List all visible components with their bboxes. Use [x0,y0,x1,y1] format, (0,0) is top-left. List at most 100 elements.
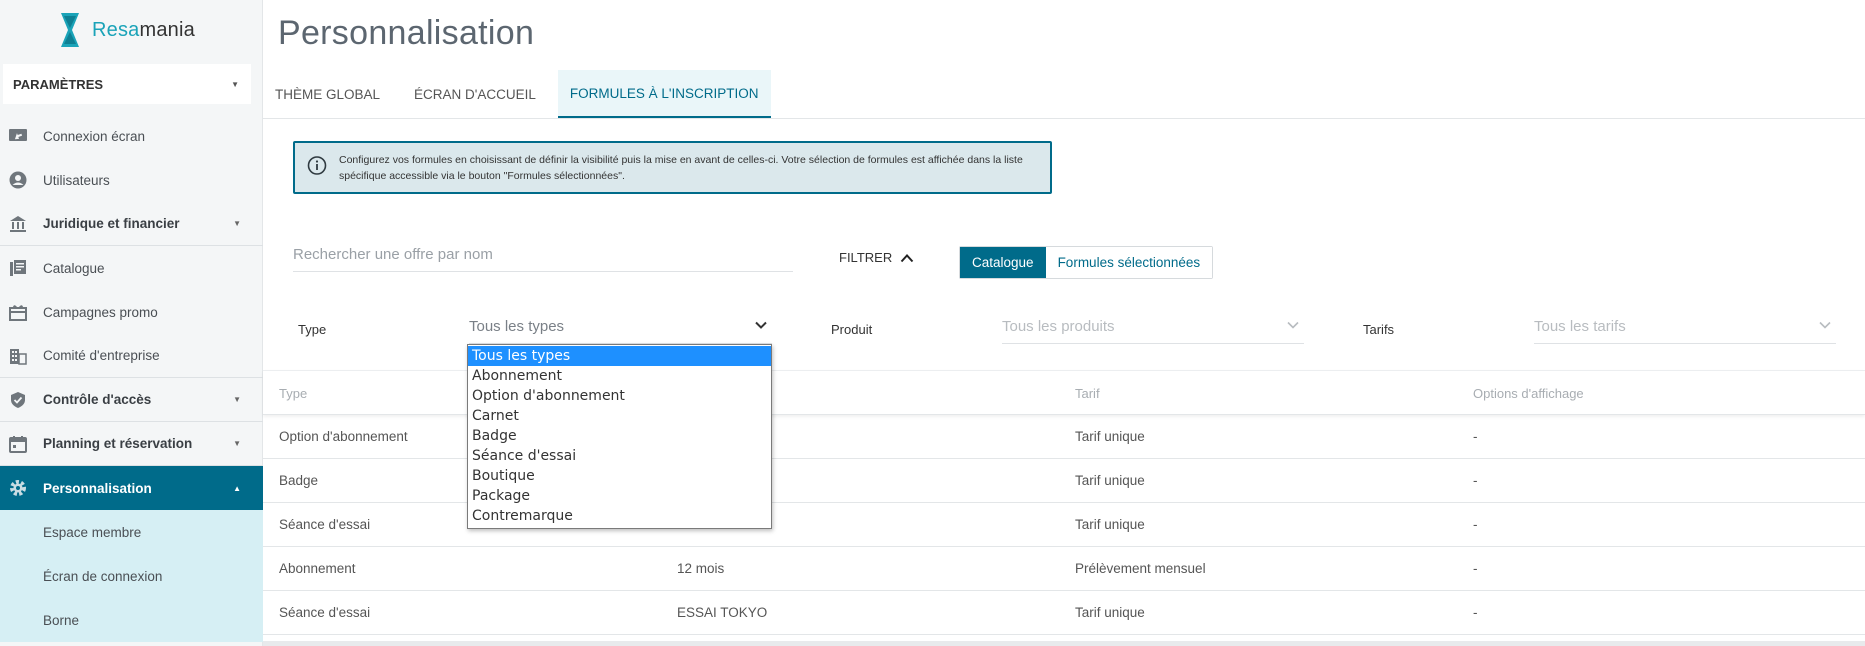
gear-icon [8,478,28,498]
sidebar-item-campagnes-promo[interactable]: Campagnes promo [0,290,263,334]
sidebar-item-label: Catalogue [43,260,105,276]
sidebar-item-label: Contrôle d'accès [43,392,152,407]
chevron-down-icon [1287,321,1299,329]
tab-formules-inscription[interactable]: FORMULES À L'INSCRIPTION [557,70,771,118]
type-option[interactable]: Boutique [468,466,771,486]
view-segmented-control: Catalogue Formules sélectionnées [959,246,1214,279]
cell-options: - [1473,605,1478,620]
sidebar-subitem-borne[interactable]: Borne [0,598,263,642]
filter-toggle[interactable]: FILTRER [839,250,914,265]
info-text: Configurez vos formules en choisissant d… [339,153,1023,182]
product-select-value: Tous les produits [1002,318,1115,335]
cell-type: Séance d'essai [279,605,371,620]
sidebar-item-label: Connexion écran [43,128,146,144]
cell-options: - [1473,561,1478,576]
shield-check-icon [8,390,28,410]
type-dropdown-list: Tous les types Abonnement Option d'abonn… [467,344,772,529]
sidebar-item-connexion-ecran[interactable]: Connexion écran [0,114,263,158]
tab-ecran-accueil[interactable]: ÉCRAN D'ACCUEIL [402,70,548,118]
sidebar-submenu: Espace membre Écran de connexion Borne [0,510,263,642]
cell-type: Séance d'essai [279,517,371,532]
horizontal-scrollbar[interactable] [263,641,1865,646]
type-select[interactable]: Tous les types [469,312,772,344]
sidebar-subitem-ecran-connexion[interactable]: Écran de connexion [0,554,263,598]
cell-tarif: Tarif unique [1075,473,1145,488]
catalogue-icon [8,258,28,278]
sidebar-item-label: Utilisateurs [43,172,110,188]
type-option[interactable]: Option d'abonnement [468,386,771,406]
caret-down-icon: ▼ [233,395,241,404]
sidebar-item-label: Comité d'entreprise [43,348,160,363]
tarif-select-value: Tous les tarifs [1534,318,1626,335]
tabs: THÈME GLOBAL ÉCRAN D'ACCUEIL FORMULES À … [263,70,781,118]
cell-tarif: Tarif unique [1075,517,1145,532]
cell-type: Badge [279,473,319,488]
sidebar-item-controle-acces[interactable]: Contrôle d'accès ▼ [0,378,263,422]
caret-down-icon: ▼ [233,439,241,448]
type-select-value: Tous les types [469,318,565,335]
type-filter-label: Type [298,322,327,337]
cell-options: - [1473,473,1478,488]
resamania-logo-icon [61,13,79,47]
catalogue-button[interactable]: Catalogue [960,247,1046,278]
cell-type: Abonnement [279,561,356,576]
cell-tarif: Prélèvement mensuel [1075,561,1206,576]
column-header-options[interactable]: Options d'affichage [1473,386,1584,401]
gift-icon [8,302,28,322]
user-circle-icon [8,170,28,190]
calendar-icon [8,434,28,454]
chevron-up-icon [900,253,914,262]
caret-down-icon: ▼ [231,79,239,89]
table-row[interactable]: Abonnement 12 mois Prélèvement mensuel - [263,547,1865,591]
product-filter-label: Produit [831,322,873,337]
cell-tarif: Tarif unique [1075,429,1145,444]
bank-icon [8,214,28,234]
tarif-filter-label: Tarifs [1363,322,1395,337]
type-option[interactable]: Tous les types [468,346,771,366]
selected-formulas-button[interactable]: Formules sélectionnées [1045,247,1213,278]
sidebar-item-label: Campagnes promo [43,304,158,320]
caret-up-icon: ▲ [233,483,241,493]
settings-dropdown-label: PARAMÈTRES [13,76,104,92]
cell-options: - [1473,429,1478,444]
cell-product: 12 mois [677,561,725,576]
sidebar-item-label: Planning et réservation [43,436,193,451]
sidebar-item-comite-entreprise[interactable]: Comité d'entreprise [0,334,263,378]
tarif-select[interactable]: Tous les tarifs [1534,312,1836,344]
cell-tarif: Tarif unique [1075,605,1145,620]
type-option[interactable]: Séance d'essai [468,446,771,466]
type-option[interactable]: Badge [468,426,771,446]
sidebar-item-personnalisation[interactable]: Personnalisation ▲ [0,466,263,510]
product-select[interactable]: Tous les produits [1002,312,1304,344]
info-banner: Configurez vos formules en choisissant d… [293,141,1052,194]
sidebar: Resamania PARAMÈTRES ▼ Connexion écran U… [0,0,263,646]
chevron-down-icon [1819,321,1831,329]
chevron-down-icon [755,321,767,329]
search-input[interactable]: Rechercher une offre par nom [293,240,793,272]
tabs-divider [263,118,1865,119]
sidebar-item-catalogue[interactable]: Catalogue [0,246,263,290]
info-icon [307,155,327,180]
table-row[interactable]: Séance d'essai ESSAI TOKYO Tarif unique … [263,591,1865,635]
type-option[interactable]: Contremarque [468,506,771,526]
building-icon [8,346,28,366]
caret-down-icon: ▼ [233,219,241,228]
column-header-tarif[interactable]: Tarif [1075,386,1100,401]
page-title: Personnalisation [278,14,535,52]
type-option[interactable]: Package [468,486,771,506]
type-option[interactable]: Abonnement [468,366,771,386]
type-option[interactable]: Carnet [468,406,771,426]
brand-logo[interactable]: Resamania [58,10,195,50]
sidebar-item-planning[interactable]: Planning et réservation ▼ [0,422,263,466]
cell-type: Option d'abonnement [279,429,408,444]
cell-options: - [1473,517,1478,532]
tab-theme-global[interactable]: THÈME GLOBAL [263,70,392,118]
sidebar-item-juridique[interactable]: Juridique et financier ▼ [0,202,263,246]
sidebar-subitem-espace-membre[interactable]: Espace membre [0,510,263,554]
settings-dropdown[interactable]: PARAMÈTRES ▼ [3,64,251,104]
sidebar-item-label: Juridique et financier [43,216,180,231]
sidebar-nav: Connexion écran Utilisateurs Juridique e… [0,114,263,642]
column-header-type[interactable]: Type [279,386,307,401]
screen-share-icon [8,126,28,146]
sidebar-item-utilisateurs[interactable]: Utilisateurs [0,158,263,202]
